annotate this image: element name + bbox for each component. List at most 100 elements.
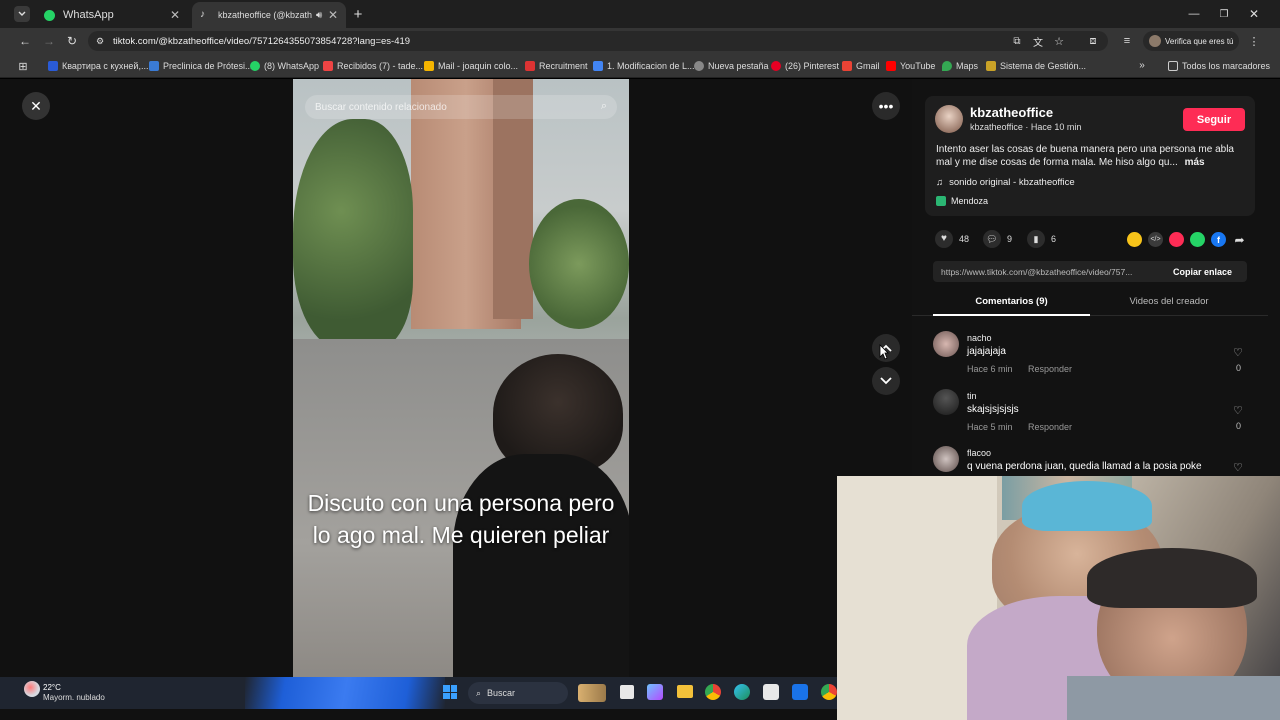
apps-grid-icon[interactable]: ⊞ xyxy=(16,59,30,73)
weather-desc: Mayorm. nublado xyxy=(43,693,105,702)
facebook-icon[interactable]: f xyxy=(1211,232,1226,247)
commenter-avatar[interactable] xyxy=(933,331,959,357)
store-icon[interactable] xyxy=(763,684,779,700)
comment-like-count: 0 xyxy=(1236,421,1242,431)
restore-icon[interactable]: ❐ xyxy=(1216,6,1232,22)
site-info-icon[interactable]: ⚙ xyxy=(94,34,106,48)
bookmark-label: YouTube xyxy=(900,61,936,71)
profile-chip[interactable]: Verifica que eres tú xyxy=(1143,31,1239,51)
tab-whatsapp[interactable]: WhatsApp ✕ xyxy=(36,2,188,28)
reply-button[interactable]: Responder xyxy=(1028,422,1072,432)
video-player[interactable]: Buscar contenido relacionado ⌕ Discuto c… xyxy=(293,79,629,677)
bookmark-item[interactable]: Recruitment xyxy=(525,58,588,74)
comment-stat[interactable]: 💬︎ 9 xyxy=(983,230,1012,248)
copy-link-button[interactable]: Copiar enlace xyxy=(1173,267,1232,277)
sound-link[interactable]: ♫ sonido original - kbzatheoffice xyxy=(936,177,1075,188)
bookmark-item[interactable]: 1. Modificacion de L... xyxy=(593,58,695,74)
minimize-icon[interactable]: — xyxy=(1186,6,1202,22)
like-stat[interactable]: ♥ 48 xyxy=(935,230,969,248)
url-text[interactable]: tiktok.com/@kbzatheoffice/video/75712643… xyxy=(113,36,410,47)
menu-icon[interactable]: ⋮ xyxy=(1248,34,1260,48)
bookmark-item[interactable]: YouTube xyxy=(886,58,935,74)
author-subtitle: kbzatheoffice · Hace 10 min xyxy=(970,122,1082,132)
task-view-icon[interactable] xyxy=(620,685,634,699)
mail-icon[interactable] xyxy=(792,684,808,700)
share-arrow-icon[interactable]: ➦ xyxy=(1232,232,1247,247)
tab-comments[interactable]: Comentarios (9) xyxy=(933,296,1090,307)
weather-temp[interactable]: 22°C xyxy=(43,683,61,692)
next-video-icon[interactable] xyxy=(872,367,900,395)
comment-like-icon[interactable]: ♡ xyxy=(1233,461,1243,474)
bookmark-star-icon[interactable]: ☆ xyxy=(1052,34,1066,48)
comment-username[interactable]: nacho xyxy=(967,333,992,343)
comment-username[interactable]: flacoo xyxy=(967,448,991,458)
tab-indicator xyxy=(933,314,1090,316)
extensions-icon[interactable]: ⧈ xyxy=(1086,34,1100,48)
send-icon[interactable] xyxy=(1169,232,1184,247)
location-tag[interactable]: Mendoza xyxy=(936,196,988,206)
bookmark-item[interactable]: Mail - joaquin colo... xyxy=(424,58,518,74)
close-tab-icon[interactable]: ✕ xyxy=(328,8,338,22)
chrome-icon[interactable] xyxy=(705,684,721,700)
follow-button[interactable]: Seguir xyxy=(1183,108,1245,131)
window-close-icon[interactable]: ✕ xyxy=(1246,6,1262,22)
chrome-icon[interactable] xyxy=(821,684,837,700)
more-bookmarks-icon[interactable]: » xyxy=(1136,58,1148,72)
whatsapp-share-icon[interactable] xyxy=(1190,232,1205,247)
install-icon[interactable]: ⧉ xyxy=(1010,34,1024,48)
bookmark-item[interactable]: Recibidos (7) - tade... xyxy=(323,58,423,74)
more-options-icon[interactable]: ••• xyxy=(872,92,900,120)
taskbar-search[interactable]: ⌕ Buscar xyxy=(468,682,568,704)
copilot-icon[interactable] xyxy=(647,684,663,700)
comment-like-icon[interactable]: ♡ xyxy=(1233,346,1243,359)
bookmark-item[interactable]: Nueva pestaña xyxy=(694,58,769,74)
all-bookmarks[interactable]: Todos los marcadores xyxy=(1168,58,1270,74)
more-link[interactable]: más xyxy=(1185,157,1205,168)
tab-label: kbzatheoffice (@kbzatheoff xyxy=(218,10,312,20)
start-tile xyxy=(443,685,450,692)
edge-icon[interactable] xyxy=(734,684,750,700)
commenter-avatar[interactable] xyxy=(933,446,959,472)
translate-icon[interactable]: 文 xyxy=(1031,34,1045,49)
bookmark-item[interactable]: Maps xyxy=(942,58,978,74)
comment-username[interactable]: tin xyxy=(967,391,977,401)
bookmark-item[interactable]: Sistema de Gestión... xyxy=(986,58,1086,74)
bookmark-favicon-icon xyxy=(771,61,781,71)
bookmark-favicon-icon xyxy=(593,61,603,71)
blue-cap xyxy=(1022,481,1152,531)
file-explorer-icon[interactable] xyxy=(677,685,693,698)
bookmark-item[interactable]: (8) WhatsApp xyxy=(250,58,319,74)
forward-icon[interactable]: → xyxy=(42,33,56,49)
commenter-avatar[interactable] xyxy=(933,389,959,415)
widgets-icon[interactable] xyxy=(578,684,606,702)
reload-icon[interactable]: ↻ xyxy=(65,33,79,49)
close-tab-icon[interactable]: ✕ xyxy=(170,8,180,22)
close-video-icon[interactable]: ✕ xyxy=(22,92,50,120)
bookmark-item[interactable]: Preclinica de Prótesi... xyxy=(149,58,253,74)
author-name[interactable]: kbzatheoffice xyxy=(970,105,1053,120)
reading-list-icon[interactable]: ≡ xyxy=(1120,34,1134,48)
save-stat[interactable]: ▮ 6 xyxy=(1027,230,1056,248)
repost-icon[interactable] xyxy=(1127,232,1142,247)
comment-like-icon[interactable]: ♡ xyxy=(1233,404,1243,417)
embed-icon[interactable]: </> xyxy=(1148,232,1163,247)
reply-button[interactable]: Responder xyxy=(1028,364,1072,374)
share-link-box[interactable]: https://www.tiktok.com/@kbzatheoffice/vi… xyxy=(933,261,1247,282)
back-icon[interactable]: ← xyxy=(18,33,32,49)
tab-creator-videos[interactable]: Videos del creador xyxy=(1090,296,1248,307)
tab-search-icon[interactable] xyxy=(14,6,30,22)
tab-tiktok[interactable]: ♪ kbzatheoffice (@kbzatheoff 🔊︎ ✕ xyxy=(192,2,346,28)
search-icon[interactable]: ⌕ xyxy=(601,100,607,113)
related-search-input[interactable]: Buscar contenido relacionado ⌕ xyxy=(305,95,617,119)
bookmark-item[interactable]: Квартира с кухней,... xyxy=(48,58,148,74)
bookmark-favicon-icon xyxy=(942,61,952,71)
weather-icon[interactable] xyxy=(24,681,40,697)
windows-start-icon[interactable] xyxy=(443,685,457,699)
bookmark-favicon-icon xyxy=(886,61,896,71)
new-tab-icon[interactable]: + xyxy=(350,6,366,23)
speaker-icon[interactable]: 🔊︎ xyxy=(316,10,322,21)
author-avatar[interactable] xyxy=(935,105,963,133)
bookmark-favicon-icon xyxy=(250,61,260,71)
bookmark-item[interactable]: Gmail xyxy=(842,58,880,74)
bookmark-item[interactable]: (26) Pinterest xyxy=(771,58,839,74)
